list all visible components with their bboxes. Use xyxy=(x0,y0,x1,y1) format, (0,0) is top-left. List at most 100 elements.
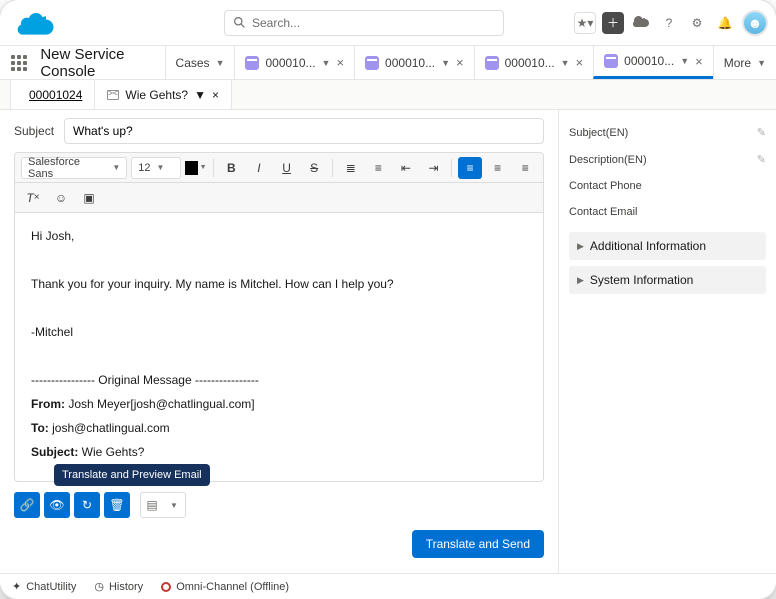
edit-pencil-icon[interactable]: ✎ xyxy=(757,153,766,166)
edit-pencil-icon[interactable]: ✎ xyxy=(757,126,766,139)
indent-button[interactable]: ⇥ xyxy=(422,157,446,179)
font-family-value: Salesforce Sans xyxy=(28,156,106,180)
remove-format-button[interactable]: T× xyxy=(21,187,45,209)
app-launcher-icon[interactable] xyxy=(8,46,30,79)
template-menu[interactable]: ▤▼ xyxy=(140,492,186,518)
email-icon xyxy=(107,90,119,100)
subject-label: Subject xyxy=(14,124,54,138)
field-contact-phone: Contact Phone xyxy=(569,180,766,192)
underline-button[interactable]: U xyxy=(275,157,299,179)
case-icon xyxy=(485,56,499,70)
number-list-button[interactable]: ≡ xyxy=(367,157,391,179)
utility-label: ChatUtility xyxy=(26,581,76,593)
font-family-select[interactable]: Salesforce Sans▼ xyxy=(21,157,127,179)
setup-gear-icon[interactable]: ⚙ xyxy=(686,12,708,34)
body-line: ---------------- Original Message ------… xyxy=(31,371,527,389)
chevron-down-icon[interactable]: ▼ xyxy=(216,58,225,68)
global-header: Search... ★▾ ＋ ? ⚙ 🔔 ☻ xyxy=(0,0,776,46)
global-add-icon[interactable]: ＋ xyxy=(602,12,624,34)
field-desc-en: Description(EN)✎ xyxy=(569,153,766,166)
clock-icon: ◷ xyxy=(94,580,104,593)
rich-text-editor: Salesforce Sans▼ 12▼ ▼ B I U S ≣ ≡ ⇤ ⇥ ≡… xyxy=(14,152,544,482)
chevron-down-icon[interactable]: ▼ xyxy=(561,58,570,68)
nav-cases[interactable]: Cases▼ xyxy=(165,46,235,79)
section-system-info[interactable]: ▶System Information xyxy=(569,266,766,294)
attach-link-button[interactable]: 🔗 xyxy=(14,492,40,518)
editor-toolbar: Salesforce Sans▼ 12▼ ▼ B I U S ≣ ≡ ⇤ ⇥ ≡… xyxy=(15,153,543,183)
outdent-button[interactable]: ⇤ xyxy=(394,157,418,179)
search-placeholder: Search... xyxy=(252,16,300,30)
chevron-down-icon[interactable]: ▼ xyxy=(680,56,689,66)
preview-button[interactable]: 👁 xyxy=(44,492,70,518)
case-icon xyxy=(245,56,259,70)
nav-more[interactable]: More▼ xyxy=(713,46,776,79)
body-line: -Mitchel xyxy=(31,323,527,341)
case-number-link[interactable]: 00001024 xyxy=(29,88,82,102)
chevron-right-icon: ▶ xyxy=(577,241,584,252)
emoji-button[interactable]: ☺ xyxy=(49,187,73,209)
bolt-icon: ✦ xyxy=(12,580,21,593)
utility-omni[interactable]: Omni-Channel (Offline) xyxy=(161,581,289,593)
body-line: From: Josh Meyer[josh@chatlingual.com] xyxy=(31,395,527,413)
text-color-picker[interactable]: ▼ xyxy=(185,157,207,179)
close-tab-icon[interactable]: × xyxy=(336,55,344,70)
help-icon[interactable]: ? xyxy=(658,12,680,34)
bold-button[interactable]: B xyxy=(220,157,244,179)
sub-tab-case[interactable]: 00001024 xyxy=(10,80,95,109)
italic-button[interactable]: I xyxy=(247,157,271,179)
align-right-button[interactable]: ≡ xyxy=(513,157,537,179)
favorites-icon[interactable]: ★▾ xyxy=(574,12,596,34)
chevron-down-icon: ▼ xyxy=(157,163,165,172)
sub-tab-email[interactable]: Wie Gehts? ▼ × xyxy=(95,80,232,109)
translate-preview-button[interactable]: ↻ xyxy=(74,492,100,518)
email-body[interactable]: Hi Josh, Thank you for your inquiry. My … xyxy=(15,213,543,481)
chevron-down-icon: ▼ xyxy=(200,164,207,171)
subj-label: Subject: xyxy=(31,445,78,459)
utility-label: History xyxy=(109,581,143,593)
details-panel: Subject(EN)✎ Description(EN)✎ Contact Ph… xyxy=(558,110,776,573)
chevron-right-icon: ▶ xyxy=(577,275,584,286)
case-icon xyxy=(365,56,379,70)
case-icon xyxy=(604,54,618,68)
translate-send-button[interactable]: Translate and Send xyxy=(412,530,544,558)
color-swatch xyxy=(185,161,198,175)
editor-toolbar-2: T× ☺ ▣ xyxy=(15,183,543,213)
bullet-list-button[interactable]: ≣ xyxy=(339,157,363,179)
subject-input[interactable] xyxy=(64,118,544,144)
to-value: josh@chatlingual.com xyxy=(49,421,170,435)
sub-tab-label: Wie Gehts? xyxy=(125,88,188,102)
nav-tab-0[interactable]: 000010...▼× xyxy=(234,46,354,79)
field-label: Contact Phone xyxy=(569,180,642,192)
chevron-down-icon: ▼ xyxy=(757,58,766,68)
user-avatar[interactable]: ☻ xyxy=(742,10,768,36)
app-nav: New Service Console Cases▼ 000010...▼× 0… xyxy=(0,46,776,80)
close-tab-icon[interactable]: × xyxy=(576,55,584,70)
delete-button[interactable]: 🗑 xyxy=(104,492,130,518)
strike-button[interactable]: S xyxy=(302,157,326,179)
global-search[interactable]: Search... xyxy=(224,10,504,36)
nav-tab-2[interactable]: 000010...▼× xyxy=(474,46,594,79)
image-button[interactable]: ▣ xyxy=(77,187,101,209)
body-line: Subject: Wie Gehts? xyxy=(31,443,527,461)
close-tab-icon[interactable]: × xyxy=(212,88,219,102)
align-center-button[interactable]: ≡ xyxy=(486,157,510,179)
workspace: Subject Salesforce Sans▼ 12▼ ▼ B I U S ≣… xyxy=(0,110,776,573)
close-tab-icon[interactable]: × xyxy=(695,54,703,69)
chevron-down-icon[interactable]: ▼ xyxy=(194,88,206,102)
utility-history[interactable]: ◷ History xyxy=(94,580,143,593)
chevron-down-icon[interactable]: ▼ xyxy=(441,58,450,68)
notifications-bell-icon[interactable]: 🔔 xyxy=(714,12,736,34)
font-size-select[interactable]: 12▼ xyxy=(131,157,180,179)
nav-tab-1[interactable]: 000010...▼× xyxy=(354,46,474,79)
composer-actions: Translate and Preview Email 🔗 👁 ↻ 🗑 ▤▼ xyxy=(14,492,544,518)
salesforce-help-icon[interactable] xyxy=(630,12,652,34)
utility-chat[interactable]: ✦ ChatUtility xyxy=(12,580,76,593)
section-additional-info[interactable]: ▶Additional Information xyxy=(569,232,766,260)
align-left-button[interactable]: ≡ xyxy=(458,157,482,179)
header-actions: ★▾ ＋ ? ⚙ 🔔 ☻ xyxy=(574,10,768,36)
nav-tab-3[interactable]: 000010...▼× xyxy=(593,46,713,79)
body-line: Thank you for your inquiry. My name is M… xyxy=(31,275,527,293)
from-label: From: xyxy=(31,397,65,411)
close-tab-icon[interactable]: × xyxy=(456,55,464,70)
chevron-down-icon[interactable]: ▼ xyxy=(322,58,331,68)
